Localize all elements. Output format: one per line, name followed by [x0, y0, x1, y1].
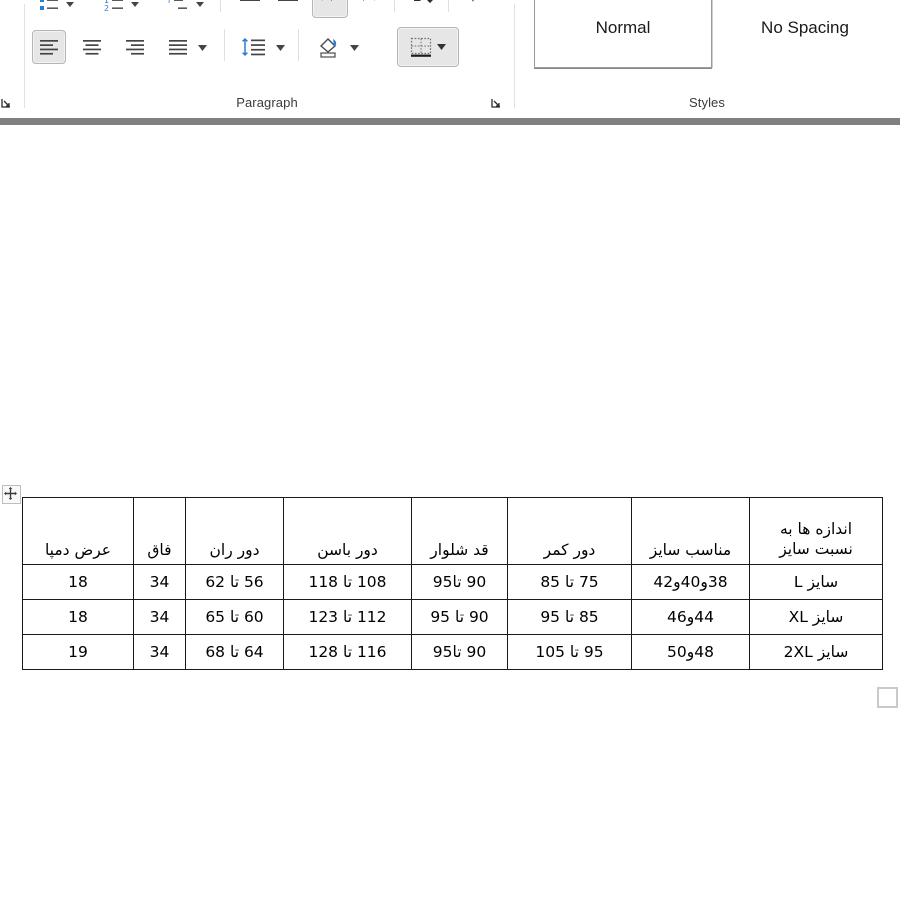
numbering-dropdown-caret[interactable] [129, 0, 141, 18]
style-tile-no-spacing[interactable]: No Spacing [716, 0, 894, 68]
size-chart-table[interactable]: اندازه ها به نسبت سایز مناسب سایز دور کم… [22, 497, 883, 670]
cell-size: سایز XL [749, 599, 883, 635]
header-cell-hem-width: عرض دمپا [22, 497, 134, 565]
cell-length: 90 تا 95 [411, 599, 508, 635]
numbering-icon[interactable]: 1 2 [99, 0, 129, 18]
paragraph-controls: 1 2 i [24, 0, 510, 88]
cell-hip: 116 تا 128 [283, 634, 412, 670]
cell-thigh: 56 تا 62 [185, 564, 284, 600]
paragraph-group-label: Paragraph [236, 95, 298, 110]
svg-text:\u00b7: \u00b7 [372, 0, 383, 2]
bullets-dropdown-caret[interactable] [64, 0, 76, 18]
paragraph-row-1: 1 2 i [24, 0, 510, 26]
ribbon: 1 2 i Paragraph Normal No Spacing Styles [0, 0, 900, 119]
paragraph-sep-5 [298, 29, 299, 61]
cell-suitable-size: 38و40و42 [631, 564, 750, 600]
align-center-icon[interactable] [75, 30, 109, 64]
word-window: 1 2 i Paragraph Normal No Spacing Styles… [0, 0, 900, 900]
font-dialog-launcher[interactable] [0, 96, 14, 110]
svg-text:2: 2 [104, 4, 109, 13]
styles-group-label: Styles [688, 95, 725, 110]
left-to-right-text-direction-icon[interactable]: \u00b6 \u00b7 [354, 0, 388, 18]
cell-rise: 34 [133, 634, 186, 670]
cell-hem-width: 18 [22, 564, 134, 600]
cell-waist: 95 تا 105 [507, 634, 632, 670]
alignment-dropdown-caret[interactable] [196, 34, 208, 62]
cell-thigh: 60 تا 65 [185, 599, 284, 635]
cell-waist: 85 تا 95 [507, 599, 632, 635]
table-row[interactable]: سایز XL 44و46 85 تا 95 90 تا 95 112 تا 1… [22, 599, 883, 635]
document-page[interactable]: اندازه ها به نسبت سایز مناسب سایز دور کم… [0, 125, 900, 900]
table-row[interactable]: سایز L 38و40و42 75 تا 85 90 تا95 108 تا … [22, 564, 883, 600]
table-body: سایز L 38و40و42 75 تا 85 90 تا95 108 تا … [22, 564, 883, 670]
cell-rise: 34 [133, 564, 186, 600]
styles-gallery: Normal No Spacing [514, 0, 900, 88]
document-scroll-area[interactable]: اندازه ها به نسبت سایز مناسب سایز دور کم… [0, 118, 900, 900]
cell-waist: 75 تا 85 [507, 564, 632, 600]
style-tile-normal[interactable]: Normal [534, 0, 712, 68]
style-tile-no-spacing-label: No Spacing [761, 18, 849, 37]
sort-icon[interactable]: 2 [408, 0, 442, 14]
paragraph-row-2 [24, 27, 510, 68]
ribbon-group-paragraph: 1 2 i Paragraph [24, 0, 510, 118]
table-resize-handle[interactable] [877, 687, 898, 708]
borders-icon [408, 35, 434, 59]
paragraph-sep-4 [224, 29, 225, 61]
header-line-2: نسبت سایز [779, 540, 853, 559]
align-left-icon[interactable] [32, 30, 66, 64]
line-spacing-icon[interactable] [236, 30, 272, 64]
svg-text:i: i [168, 0, 170, 5]
header-cell-hip: دور باسن [283, 497, 412, 565]
ribbon-group-styles: Normal No Spacing Styles [514, 0, 900, 118]
line-spacing-dropdown-caret[interactable] [274, 34, 286, 62]
justify-icon[interactable] [161, 30, 195, 64]
cell-hip: 108 تا 118 [283, 564, 412, 600]
cell-size: سایز L [749, 564, 883, 600]
cell-hem-width: 18 [22, 599, 134, 635]
right-to-left-text-direction-icon[interactable]: \u00b7 \u00b6 [312, 0, 348, 18]
cell-thigh: 64 تا 68 [185, 634, 284, 670]
cell-size: سایز 2XL [749, 634, 883, 670]
cell-hem-width: 19 [22, 634, 134, 670]
svg-text:\u00b6: \u00b6 [329, 0, 342, 3]
shading-icon[interactable] [312, 30, 346, 64]
paragraph-sep-3 [448, 0, 449, 12]
borders-dropdown-caret[interactable] [434, 33, 448, 61]
show-formatting-marks-icon[interactable]: \u00b6 [460, 0, 490, 12]
cell-hip: 112 تا 123 [283, 599, 412, 635]
multilevel-list-dropdown-caret[interactable] [194, 0, 206, 18]
header-cell-thigh: دور ران [185, 497, 284, 565]
cell-rise: 34 [133, 599, 186, 635]
paragraph-sep-2 [394, 0, 395, 12]
increase-indent-icon[interactable] [272, 0, 304, 18]
svg-text:\u00b6: \u00b6 [469, 0, 485, 4]
borders-button[interactable] [397, 27, 459, 67]
cell-length: 90 تا95 [411, 634, 508, 670]
cell-length: 90 تا95 [411, 564, 508, 600]
style-tile-normal-label: Normal [595, 18, 651, 37]
header-line-1: اندازه ها به [779, 520, 853, 539]
align-right-icon[interactable] [118, 30, 152, 64]
header-cell-suitable-size: مناسب سایز [631, 497, 750, 565]
cell-suitable-size: 48و50 [631, 634, 750, 670]
paragraph-dialog-launcher[interactable] [490, 96, 504, 110]
header-cell-sizes-relative: اندازه ها به نسبت سایز [749, 497, 883, 565]
svg-text:2: 2 [413, 0, 422, 5]
multilevel-list-icon[interactable]: i [164, 0, 194, 18]
bullets-icon[interactable] [34, 0, 64, 18]
decrease-indent-icon[interactable] [234, 0, 266, 18]
table-header-row: اندازه ها به نسبت سایز مناسب سایز دور کم… [22, 497, 883, 565]
shading-dropdown-caret[interactable] [348, 34, 360, 62]
paragraph-sep-1 [220, 0, 221, 12]
table-move-handle[interactable] [2, 485, 21, 504]
header-cell-rise: فاق [133, 497, 186, 565]
table-row[interactable]: سایز 2XL 48و50 95 تا 105 90 تا95 116 تا … [22, 634, 883, 670]
header-cell-length: قد شلوار [411, 497, 508, 565]
cell-suitable-size: 44و46 [631, 599, 750, 635]
header-cell-waist: دور کمر [507, 497, 632, 565]
